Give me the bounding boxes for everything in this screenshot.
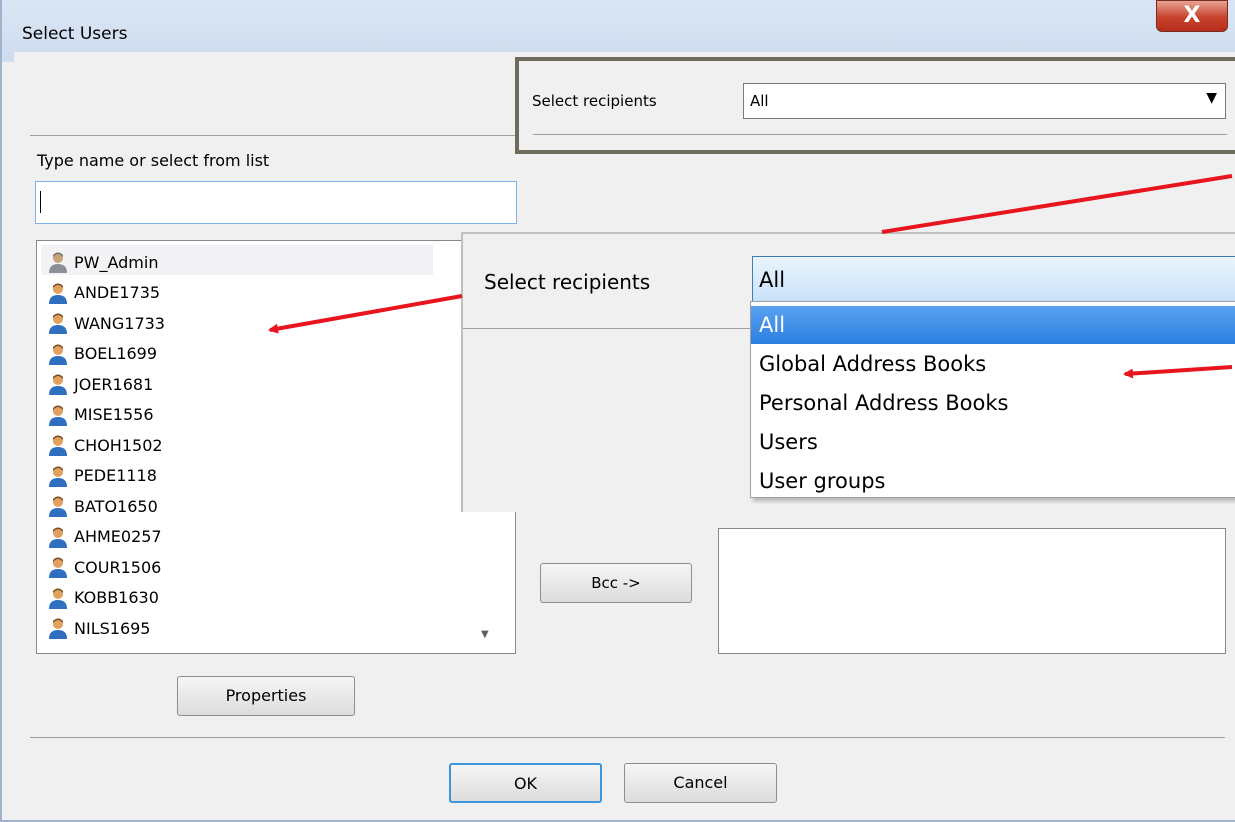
dropdown-pointer-arrow: [1123, 365, 1233, 379]
user-list-pointer-arrow: [268, 294, 463, 334]
annotation-arrows: [268, 174, 1233, 379]
callout-connector-arrow: [881, 174, 1233, 234]
